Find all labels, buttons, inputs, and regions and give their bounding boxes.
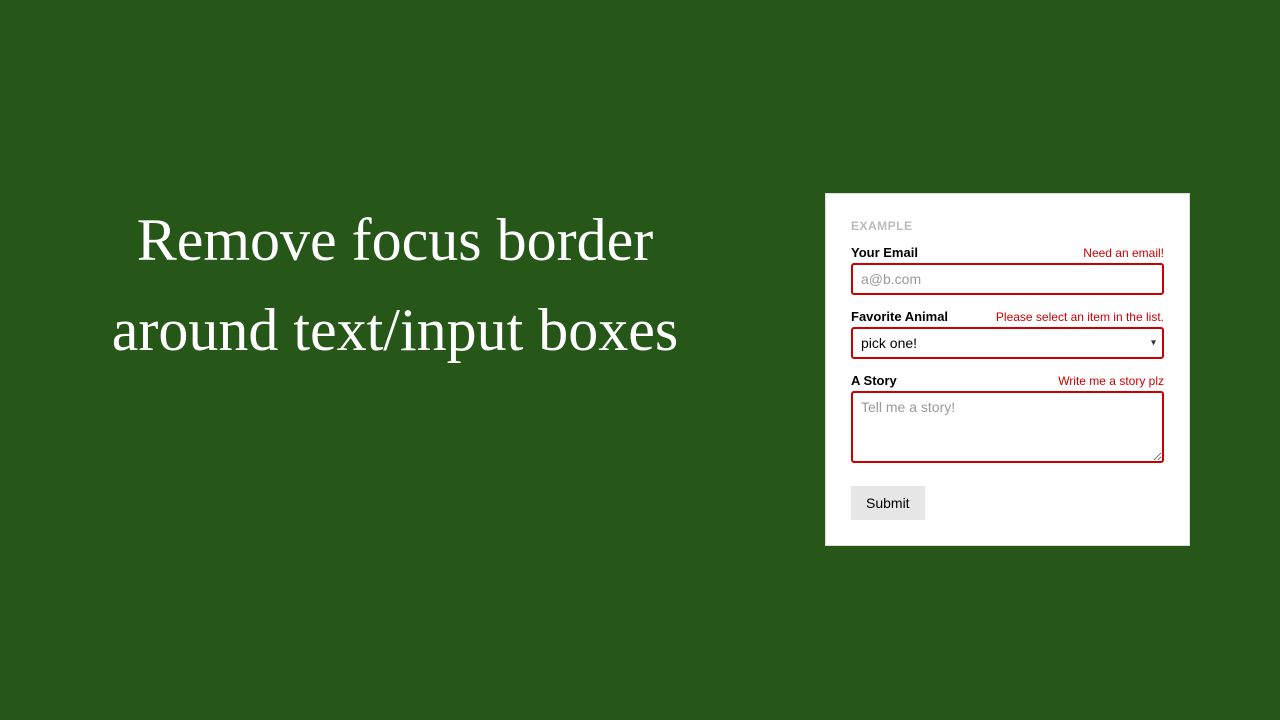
email-label-row: Your Email Need an email! [851, 245, 1164, 260]
story-textarea[interactable] [851, 391, 1164, 463]
email-input[interactable] [851, 263, 1164, 295]
animal-select[interactable]: pick one! [851, 327, 1164, 359]
animal-label-row: Favorite Animal Please select an item in… [851, 309, 1164, 324]
form-header: EXAMPLE [851, 219, 1164, 233]
email-error: Need an email! [1083, 246, 1164, 260]
story-label: A Story [851, 373, 897, 388]
animal-label: Favorite Animal [851, 309, 948, 324]
example-form-card: EXAMPLE Your Email Need an email! Favori… [825, 193, 1190, 546]
story-error: Write me a story plz [1058, 374, 1164, 388]
animal-error: Please select an item in the list. [996, 310, 1164, 324]
email-label: Your Email [851, 245, 918, 260]
submit-button[interactable]: Submit [851, 486, 925, 520]
story-label-row: A Story Write me a story plz [851, 373, 1164, 388]
page-title: Remove focus border around text/input bo… [75, 195, 715, 375]
